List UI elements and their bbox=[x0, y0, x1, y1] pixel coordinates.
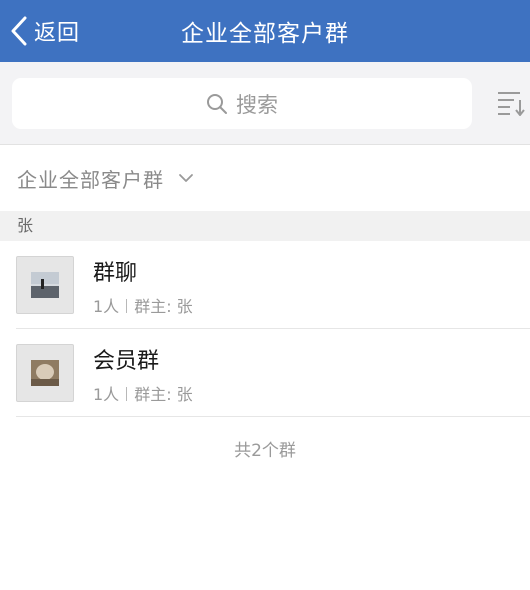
section-header: 张 bbox=[0, 211, 530, 241]
group-name: 群聊 bbox=[93, 261, 138, 286]
search-placeholder: 搜索 bbox=[236, 92, 278, 117]
search-input[interactable]: 搜索 bbox=[12, 78, 472, 129]
avatar bbox=[16, 256, 74, 314]
list-item[interactable]: 会员群 1人 群主: 张 bbox=[0, 329, 530, 417]
sort-button[interactable] bbox=[496, 90, 526, 120]
group-name: 会员群 bbox=[93, 349, 160, 374]
group-meta: 1人 群主: 张 bbox=[93, 293, 193, 317]
group-owner: 群主: 张 bbox=[134, 385, 193, 404]
meta-separator bbox=[126, 299, 128, 313]
member-count: 1人 bbox=[93, 297, 120, 316]
group-meta: 1人 群主: 张 bbox=[93, 381, 193, 405]
navigation-bar: 返回 企业全部客户群 bbox=[0, 0, 530, 62]
search-area: 搜索 bbox=[0, 62, 530, 145]
sort-icon bbox=[498, 92, 525, 117]
avatar bbox=[16, 344, 74, 402]
filter-label: 企业全部客户群 bbox=[17, 167, 164, 192]
divider bbox=[16, 416, 530, 417]
group-owner: 群主: 张 bbox=[134, 297, 193, 316]
page-title: 企业全部客户群 bbox=[181, 21, 349, 47]
group-filter-dropdown[interactable]: 企业全部客户群 bbox=[0, 145, 530, 211]
search-icon bbox=[207, 93, 227, 114]
meta-separator bbox=[126, 387, 128, 401]
list-item[interactable]: 群聊 1人 群主: 张 bbox=[0, 241, 530, 329]
group-avatar-icon bbox=[31, 360, 59, 386]
group-avatar-icon bbox=[31, 272, 59, 298]
member-count: 1人 bbox=[93, 385, 120, 404]
group-count-footer: 共2个群 bbox=[234, 441, 296, 461]
chevron-down-icon bbox=[179, 174, 193, 182]
